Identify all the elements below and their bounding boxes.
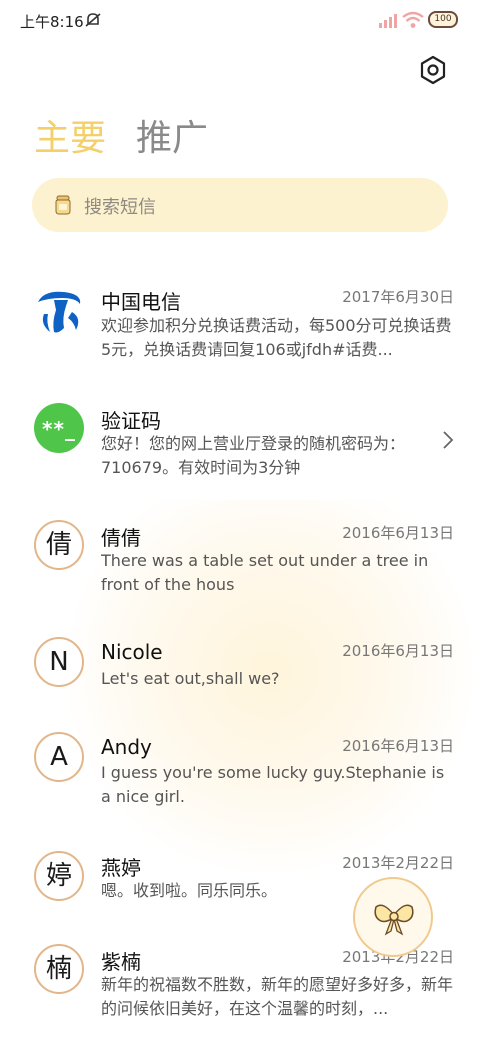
message-avatar: A	[34, 732, 84, 782]
message-item[interactable]: 楠 紫楠 2013年2月22日 新年的祝福数不胜数，新年的愿望好多好多，新年的问…	[0, 944, 480, 1034]
message-item[interactable]: N Nicole 2016年6月13日 Let's eat out,shall …	[0, 637, 480, 697]
message-sender: 中国电信	[101, 290, 181, 314]
message-item[interactable]: 中国电信 2017年6月30日 欢迎参加积分兑换话费活动，每500分可兑换话费5…	[0, 280, 480, 380]
message-date: 2013年2月22日	[342, 854, 454, 872]
message-item[interactable]: A Andy 2016年6月13日 I guess you're some lu…	[0, 732, 480, 817]
message-preview: 欢迎参加积分兑换话费活动，每500分可兑换话费5元，兑换话费请回复106或jfd…	[101, 316, 452, 359]
message-preview: 新年的祝福数不胜数，新年的愿望好多好多，新年的问候依旧美好，在这个温馨的时刻，.…	[101, 975, 453, 1018]
message-sender: Nicole	[101, 640, 163, 664]
signal-icon	[379, 14, 397, 28]
bow-icon	[374, 904, 414, 936]
message-avatar: 婷	[34, 851, 84, 901]
search-bar[interactable]: 搜索短信	[32, 178, 448, 232]
message-date: 2016年6月13日	[342, 524, 454, 542]
settings-hexagon-icon[interactable]	[418, 55, 448, 85]
chevron-right-icon[interactable]	[442, 430, 454, 450]
message-sender: 紫楠	[101, 950, 141, 974]
message-preview: 您好！您的网上营业厅登录的随机密码为：710679。有效时间为3分钟	[101, 434, 406, 477]
message-avatar: 倩	[34, 520, 84, 570]
china-telecom-logo-icon	[38, 291, 81, 333]
message-preview: I guess you're some lucky guy.Stephanie …	[101, 763, 445, 806]
message-sender: 燕婷	[101, 856, 141, 880]
battery-icon: 100	[428, 11, 458, 28]
message-sender: 倩倩	[101, 526, 141, 550]
tab-promotions[interactable]: 推广	[136, 114, 208, 164]
bell-muted-icon	[85, 13, 101, 27]
message-date: 2016年6月13日	[342, 737, 454, 755]
message-sender: 验证码	[101, 409, 161, 433]
message-avatar: N	[34, 637, 84, 687]
message-date: 2017年6月30日	[342, 288, 454, 306]
status-bar: 上午8:16 100	[0, 0, 480, 40]
message-date: 2016年6月13日	[342, 642, 454, 660]
message-avatar: 楠	[34, 944, 84, 994]
wifi-icon	[402, 11, 424, 28]
message-item[interactable]: 倩 倩倩 2016年6月13日 There was a table set ou…	[0, 520, 480, 610]
message-sender: Andy	[101, 735, 152, 759]
message-avatar: **_	[34, 403, 84, 453]
search-input[interactable]: 搜索短信	[84, 193, 156, 219]
status-time: 上午8:16	[20, 13, 84, 31]
message-item[interactable]: **_ 验证码 您好！您的网上营业厅登录的随机密码为：710679。有效时间为3…	[0, 400, 480, 490]
message-preview: Let's eat out,shall we?	[101, 669, 280, 688]
honey-jar-icon	[55, 195, 71, 215]
compose-button[interactable]	[353, 877, 433, 957]
message-preview: There was a table set out under a tree i…	[101, 551, 429, 594]
tab-main[interactable]: 主要	[34, 114, 106, 164]
